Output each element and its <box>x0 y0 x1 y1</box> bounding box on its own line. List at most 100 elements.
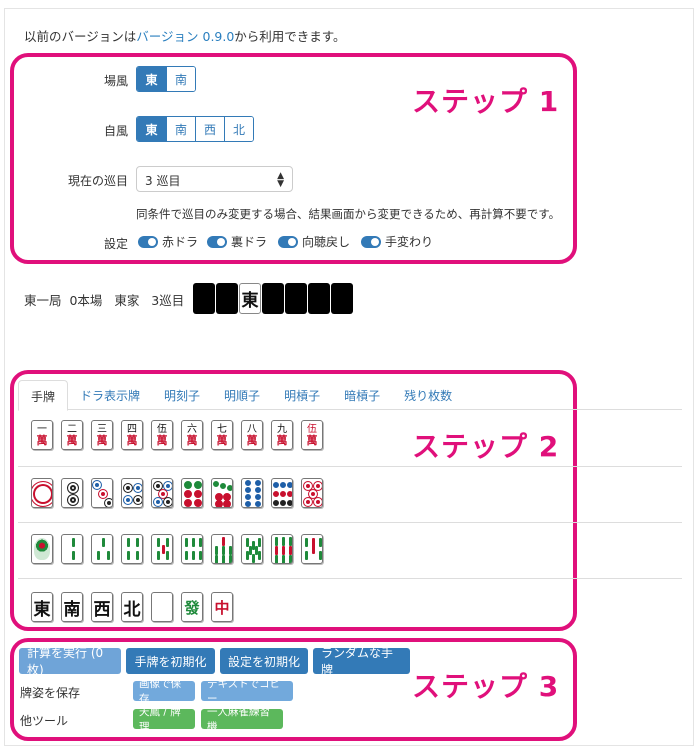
version-note-prefix: 以前のバージョンは <box>24 29 137 44</box>
tab-minkan[interactable]: 明槓子 <box>272 380 332 410</box>
tile-suit: 萬 <box>306 434 318 447</box>
settings-label: 設定 <box>103 237 128 251</box>
jikaze-north-button[interactable]: 北 <box>224 117 253 141</box>
toggle-label: 手変わり <box>385 235 434 249</box>
toggle-label: 向聴戻し <box>302 235 351 249</box>
honor-tile[interactable]: 北 <box>121 592 143 622</box>
reset-settings-button[interactable]: 設定を初期化 <box>220 648 308 674</box>
manzu-tile[interactable]: 三萬 <box>91 420 113 450</box>
manzu-tile[interactable]: 四萬 <box>121 420 143 450</box>
honor-tile[interactable] <box>151 592 173 622</box>
save-image-button[interactable]: 画像で保存 <box>133 678 195 705</box>
tab-hand[interactable]: 手牌 <box>18 380 69 411</box>
toggle-label: 裏ドラ <box>231 235 268 249</box>
tile-suit: 萬 <box>156 434 168 447</box>
sort-caret-icon: ▲ ▼ <box>277 171 284 189</box>
tools-label: 他ツール <box>20 714 69 728</box>
version-note: 以前のバージョンはバージョン 0.9.0から利用できます。 <box>24 26 346 45</box>
bakaze-east-button[interactable]: 東 <box>137 67 166 91</box>
souzu-tile[interactable] <box>61 534 83 564</box>
manzu-tile[interactable]: 一萬 <box>31 420 53 450</box>
calculate-button[interactable]: 計算を実行 (0枚) <box>19 646 121 677</box>
pinzu-tile[interactable] <box>151 478 173 508</box>
tab-ankan[interactable]: 暗槓子 <box>332 380 392 410</box>
tile-suit: 萬 <box>126 434 138 447</box>
tab-remaining[interactable]: 残り枚数 <box>392 380 464 410</box>
version-link[interactable]: バージョン 0.9.0 <box>136 29 234 44</box>
manzu-tile[interactable]: 伍萬 <box>301 420 323 450</box>
hand-tile-east[interactable]: 東 <box>239 283 261 314</box>
jikaze-east-button[interactable]: 東 <box>137 117 166 141</box>
hand-tile-back[interactable] <box>308 283 330 314</box>
toggle-switch-icon <box>138 235 158 248</box>
bakaze-group: 東 南 <box>136 66 196 92</box>
tenhou-button[interactable]: 天鳳 / 牌理 <box>133 706 195 733</box>
toggle-ura-dora[interactable]: 裏ドラ <box>207 233 267 250</box>
jikaze-group: 東 南 西 北 <box>136 116 254 142</box>
step1-label: ステップ 1 <box>412 85 560 118</box>
tab-dora-indicator[interactable]: ドラ表示牌 <box>68 380 152 410</box>
reset-hand-button[interactable]: 手牌を初期化 <box>126 648 215 674</box>
honor-tile[interactable]: 西 <box>91 592 113 622</box>
copy-text-button[interactable]: テキストでコピー <box>201 678 293 705</box>
row-divider <box>18 466 682 467</box>
souzu-tile[interactable] <box>151 534 173 564</box>
jikaze-west-button[interactable]: 西 <box>195 117 224 141</box>
honor-tile[interactable]: 中 <box>211 592 233 622</box>
honor-tile[interactable]: 南 <box>61 592 83 622</box>
manzu-tile[interactable]: 九萬 <box>271 420 293 450</box>
jikaze-label: 自風 <box>103 124 128 138</box>
tab-pon[interactable]: 明刻子 <box>152 380 212 410</box>
souzu-tile[interactable] <box>91 534 113 564</box>
pinzu-tile[interactable] <box>271 478 293 508</box>
hand-tile-back[interactable] <box>331 283 353 314</box>
pinzu-tile[interactable] <box>121 478 143 508</box>
tile-suit: 萬 <box>216 434 228 447</box>
save-label: 牌姿を保存 <box>20 686 81 700</box>
hand-tile-back[interactable] <box>216 283 238 314</box>
honor-tile[interactable]: 東 <box>31 592 53 622</box>
pinzu-tile[interactable] <box>301 478 323 508</box>
souzu-tile[interactable] <box>211 534 233 564</box>
pinzu-tile[interactable] <box>211 478 233 508</box>
manzu-tile[interactable]: 伍萬 <box>151 420 173 450</box>
tile-suit: 萬 <box>276 434 288 447</box>
turn-select-value: 3 巡目 <box>145 174 181 188</box>
hand-tile-back[interactable] <box>193 283 215 314</box>
manzu-tile[interactable]: 六萬 <box>181 420 203 450</box>
turn-select[interactable]: 3 巡目 ▲ ▼ <box>136 166 293 192</box>
toggle-aka-dora[interactable]: 赤ドラ <box>138 233 198 250</box>
step3-label: ステップ 3 <box>412 670 560 703</box>
pinzu-tile[interactable] <box>91 478 113 508</box>
peacock-icon <box>34 538 50 560</box>
honor-tile[interactable]: 發 <box>181 592 203 622</box>
toggle-shanten-back[interactable]: 向聴戻し <box>278 233 350 250</box>
hand-tile-back[interactable] <box>285 283 307 314</box>
pinzu-tile[interactable] <box>181 478 203 508</box>
toggle-tegawari[interactable]: 手変わり <box>361 233 433 250</box>
souzu-tile[interactable] <box>31 534 53 564</box>
souzu-tile[interactable] <box>121 534 143 564</box>
souzu-tile[interactable] <box>271 534 293 564</box>
hand-tile-back[interactable] <box>262 283 284 314</box>
souzu-tile[interactable] <box>301 534 323 564</box>
pinzu-tile[interactable] <box>31 478 53 508</box>
tile-suit: 萬 <box>186 434 198 447</box>
manzu-tile[interactable]: 二萬 <box>61 420 83 450</box>
toggle-switch-icon <box>278 235 298 248</box>
practice-button[interactable]: 一人麻雀練習機 <box>201 706 283 733</box>
souzu-tile[interactable] <box>181 534 203 564</box>
random-hand-button[interactable]: ランダムな手牌 <box>313 646 410 677</box>
manzu-tile[interactable]: 八萬 <box>241 420 263 450</box>
manzu-tile[interactable]: 七萬 <box>211 420 233 450</box>
row-divider <box>18 522 682 523</box>
tile-tabs: 手牌 ドラ表示牌 明刻子 明順子 明槓子 暗槓子 残り枚数 <box>18 380 682 411</box>
pinzu-tile[interactable] <box>241 478 263 508</box>
jikaze-south-button[interactable]: 南 <box>166 117 195 141</box>
tab-chi[interactable]: 明順子 <box>212 380 272 410</box>
help-text: 同条件で巡目のみ変更する場合、結果画面から変更できるため、再計算不要です。 <box>136 207 561 221</box>
bakaze-south-button[interactable]: 南 <box>166 67 195 91</box>
step2-label: ステップ 2 <box>412 430 560 463</box>
pinzu-tile[interactable] <box>61 478 83 508</box>
souzu-tile[interactable] <box>241 534 263 564</box>
